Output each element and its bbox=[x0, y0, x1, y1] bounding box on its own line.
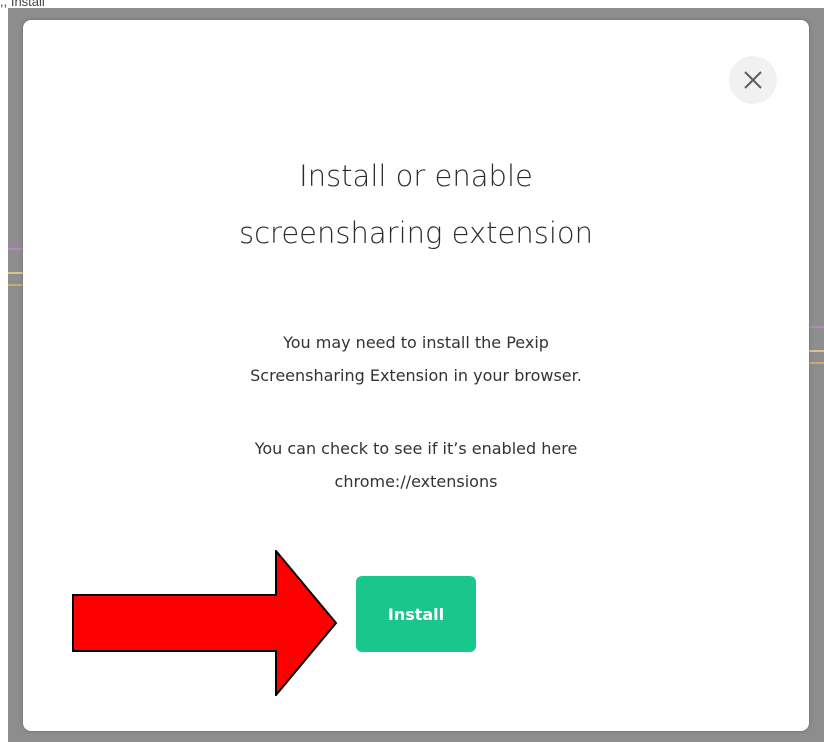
close-button[interactable] bbox=[729, 56, 777, 104]
install-message-line: Screensharing Extension in your browser. bbox=[250, 366, 582, 385]
background-line bbox=[808, 350, 824, 352]
install-button[interactable]: Install bbox=[356, 576, 476, 652]
dialog-title: Install or enable screensharing extensio… bbox=[23, 148, 809, 262]
dialog-title-line: Install or enable bbox=[299, 159, 533, 193]
check-enabled-line: You can check to see if it’s enabled her… bbox=[254, 439, 578, 458]
background-line bbox=[808, 326, 824, 328]
screen: ,, Install Install or enable screenshari… bbox=[0, 0, 824, 742]
install-message: You may need to install the Pexip Screen… bbox=[23, 326, 809, 392]
close-icon bbox=[744, 71, 762, 89]
check-enabled-message: You can check to see if it’s enabled her… bbox=[23, 432, 809, 498]
extensions-url: chrome://extensions bbox=[334, 472, 498, 491]
install-message-line: You may need to install the Pexip bbox=[283, 333, 549, 352]
red-arrow-annotation bbox=[72, 550, 338, 696]
dialog-title-line: screensharing extension bbox=[238, 216, 594, 250]
background-line bbox=[808, 362, 824, 364]
